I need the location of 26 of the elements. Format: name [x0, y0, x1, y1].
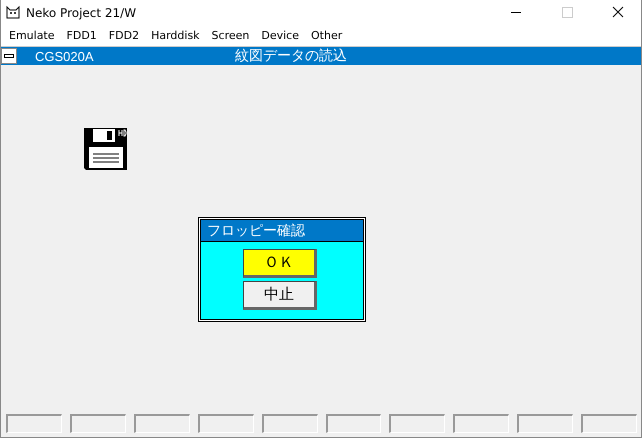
- system-menu-button[interactable]: [1, 48, 17, 64]
- screen-title: 紋図データの読込: [235, 47, 347, 65]
- minus-icon: [4, 54, 14, 58]
- menu-item[interactable]: Other: [305, 29, 348, 42]
- window-title: Neko Project 21/W: [26, 6, 138, 20]
- status-panel: [517, 414, 574, 433]
- menu-item[interactable]: Harddisk: [145, 29, 206, 42]
- menu-item[interactable]: Screen: [206, 29, 256, 42]
- menu-item[interactable]: FDD1: [60, 29, 103, 42]
- status-panel: [70, 414, 126, 433]
- status-panel: [326, 414, 382, 433]
- status-panel: [262, 414, 318, 433]
- ok-button[interactable]: ＯＫ: [243, 249, 317, 278]
- status-panel: [453, 414, 510, 433]
- cat-icon: [5, 4, 21, 20]
- menu-item[interactable]: Emulate: [3, 29, 61, 42]
- status-panel: [581, 414, 638, 433]
- status-panel: [389, 414, 446, 433]
- cancel-button[interactable]: 中止: [243, 281, 317, 310]
- menu-item[interactable]: FDD2: [102, 29, 146, 42]
- status-panel: [134, 414, 190, 433]
- program-code: CGS020A: [35, 48, 95, 64]
- status-panel: [198, 414, 254, 433]
- menu-item[interactable]: Device: [255, 29, 305, 42]
- status-panel: [6, 414, 62, 433]
- dialog-title: フロッピー確認: [200, 219, 364, 242]
